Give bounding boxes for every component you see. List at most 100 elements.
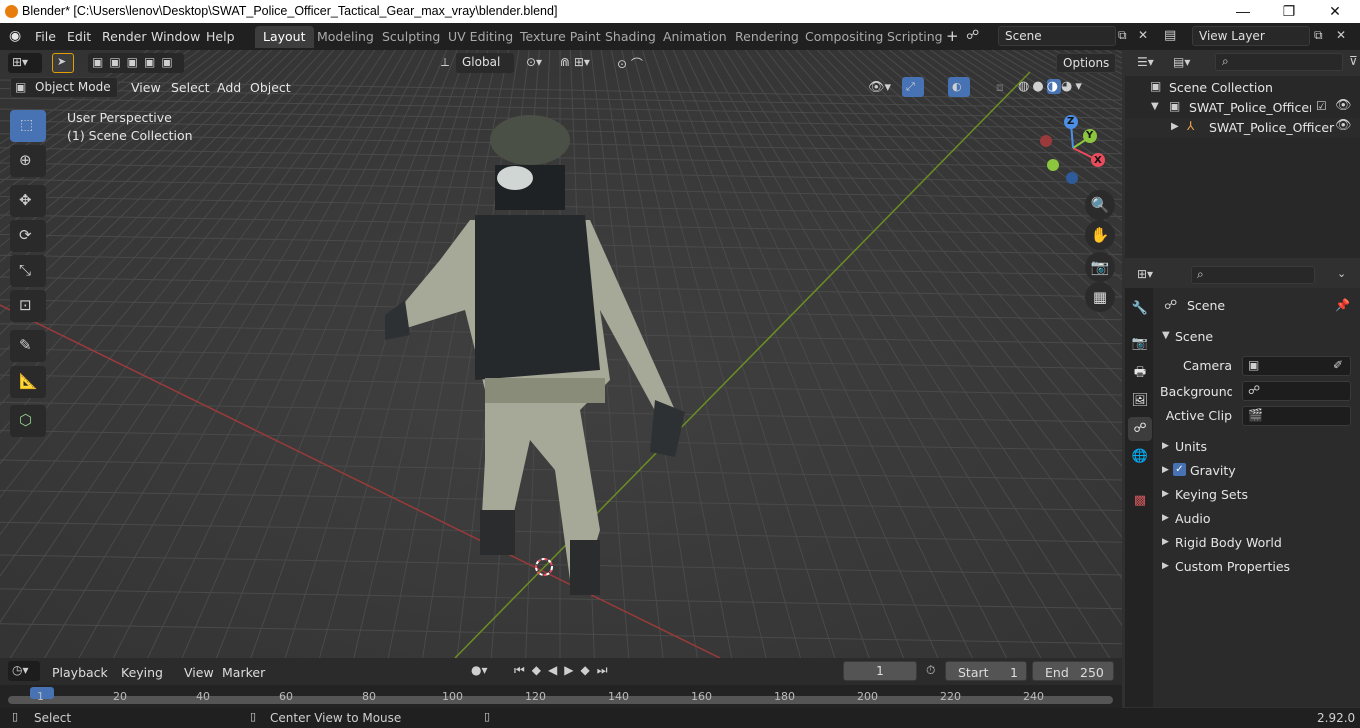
properties-editor-icon[interactable]: ⊞▾ [1137, 267, 1153, 281]
scene-section-arrow-icon[interactable]: ▼ [1162, 330, 1170, 341]
outliner-editor-icon[interactable]: ☰▾ [1137, 55, 1154, 69]
object-eye-icon[interactable]: 👁 [1335, 118, 1352, 133]
tab-tool[interactable]: 🔧 [1128, 297, 1152, 321]
camera-view-icon[interactable]: 📷 [1085, 252, 1115, 282]
timeline-tick: 20 [113, 690, 127, 703]
checkbox-icon[interactable]: ☑ [1316, 99, 1327, 113]
menu-file[interactable]: File [35, 29, 56, 44]
editor-type-icon: ⊞▾ [12, 55, 29, 69]
record-icon[interactable]: ●▾ [471, 663, 488, 677]
collapse-arrow-icon[interactable]: ▼ [1151, 101, 1159, 112]
keying-sets-arrow-icon[interactable]: ▶ [1162, 489, 1169, 499]
gizmo-icon: ⤢ [906, 80, 915, 93]
armature-icon: ⅄ [1187, 119, 1195, 133]
new-scene-icon[interactable]: ⧉ [1118, 28, 1127, 43]
gravity-arrow-icon[interactable]: ▶ [1162, 465, 1169, 475]
viewport-menu-add[interactable]: Add [217, 80, 241, 95]
tab-view-layer[interactable]: 🖼 [1128, 389, 1152, 413]
new-view-layer-icon[interactable]: ⧉ [1314, 28, 1323, 43]
tab-sculpting[interactable]: Sculpting [374, 26, 448, 48]
panel-gravity[interactable]: Gravity [1190, 463, 1236, 478]
options-dropdown[interactable]: Options [1056, 53, 1116, 73]
pin-icon[interactable]: 📌 [1335, 298, 1350, 312]
tab-uv-editing[interactable]: UV Editing [440, 26, 521, 48]
menu-window[interactable]: Window [151, 29, 200, 44]
tab-modeling[interactable]: Modeling [309, 26, 382, 48]
audio-arrow-icon[interactable]: ▶ [1162, 513, 1169, 523]
zoom-icon[interactable]: 🔍 [1085, 190, 1115, 220]
tab-world[interactable]: 🌐 [1128, 445, 1152, 469]
eye-icon[interactable]: 👁 [1335, 98, 1352, 113]
outliner-search-input[interactable] [1215, 53, 1343, 71]
view-layer-selector[interactable]: View Layer [1192, 26, 1310, 46]
outliner-object-item[interactable]: SWAT_Police_Officer [1209, 120, 1334, 135]
delete-scene-icon[interactable]: ✕ [1138, 28, 1148, 42]
viewport-menu-select[interactable]: Select [171, 80, 210, 95]
filter-icon[interactable]: ⊽ [1349, 54, 1358, 68]
shading-mode-icons[interactable]: ◍●◑◕▾ [1018, 79, 1085, 94]
tab-render[interactable]: 📷 [1128, 332, 1152, 356]
tab-compositing[interactable]: Compositing [797, 26, 891, 48]
panel-keying-sets[interactable]: Keying Sets [1175, 487, 1248, 502]
outliner-scene-collection[interactable]: Scene Collection [1169, 80, 1273, 95]
navigation-gizmo[interactable] [1035, 110, 1115, 190]
timeline-view-menu[interactable]: View [184, 665, 214, 680]
scene-selector[interactable]: Scene [998, 26, 1116, 46]
tab-texture-paint[interactable]: Texture Paint [512, 26, 609, 48]
timeline-keying-menu[interactable]: Keying [121, 665, 163, 680]
panel-custom-properties[interactable]: Custom Properties [1175, 559, 1290, 574]
current-frame-field[interactable]: 1 [843, 661, 917, 681]
search-icon: ⌕ [1222, 54, 1229, 68]
properties-options-icon[interactable]: ⌄ [1337, 267, 1346, 280]
view-layer-icon[interactable]: ▤ [1164, 28, 1176, 43]
ortho-grid-icon[interactable]: ▦ [1085, 282, 1115, 312]
tab-rendering[interactable]: Rendering [727, 26, 807, 48]
scene-section-header[interactable]: Scene [1175, 329, 1213, 344]
expand-arrow-icon[interactable]: ▶ [1171, 121, 1179, 132]
menu-help[interactable]: Help [206, 29, 235, 44]
tab-scene[interactable]: ☍ [1128, 417, 1152, 441]
pan-hand-icon[interactable]: ✋ [1085, 220, 1115, 250]
rigid-body-arrow-icon[interactable]: ▶ [1162, 537, 1169, 547]
playback-controls-icons[interactable]: ⏮◆◀▶◆⏭ [514, 663, 615, 678]
maximize-button[interactable]: ❐ [1266, 0, 1312, 23]
transform-orientation-dropdown[interactable]: Global [456, 53, 514, 73]
tab-texture[interactable]: ▩ [1128, 489, 1152, 513]
outliner-collection-item[interactable]: SWAT_Police_Officer_Tac [1189, 100, 1311, 115]
custom-properties-arrow-icon[interactable]: ▶ [1162, 561, 1169, 571]
scene-icon[interactable]: ☍ [966, 28, 979, 43]
properties-search-input[interactable] [1191, 266, 1315, 284]
eyedropper-icon[interactable]: ✐ [1333, 358, 1343, 372]
timeline-playback-menu[interactable]: Playback [52, 665, 108, 680]
visibility-icon[interactable]: 👁▾ [868, 80, 891, 95]
tab-layout[interactable]: Layout [255, 26, 314, 48]
close-window-button[interactable]: ✕ [1312, 0, 1358, 23]
proportional-edit-icon[interactable]: ⊙ ⌒ [617, 55, 643, 72]
tab-scripting[interactable]: Scripting [879, 26, 951, 48]
swat-officer-model[interactable] [370, 110, 710, 610]
minimize-button[interactable]: — [1220, 0, 1266, 23]
add-workspace-button[interactable]: + [946, 27, 959, 45]
panel-audio[interactable]: Audio [1175, 511, 1211, 526]
viewport-menu-object[interactable]: Object [250, 80, 291, 95]
gravity-checkbox[interactable]: ✓ [1173, 463, 1186, 476]
timeline-tick: 1 [37, 690, 44, 703]
snap-icon[interactable]: ⋒ ⊞▾ [560, 55, 590, 69]
tab-shading[interactable]: Shading [597, 26, 664, 48]
menu-render[interactable]: Render [102, 29, 147, 44]
transform-icon: ⊡ [19, 296, 32, 314]
tab-animation[interactable]: Animation [655, 26, 735, 48]
blender-menu-icon[interactable]: ◉ [9, 28, 21, 44]
display-mode-icon[interactable]: ▤▾ [1173, 55, 1190, 69]
tab-output[interactable]: 🖶 [1128, 361, 1152, 385]
timeline-marker-menu[interactable]: Marker [222, 665, 265, 680]
pivot-point-icon[interactable]: ⊙▾ [526, 55, 542, 69]
delete-view-layer-icon[interactable]: ✕ [1336, 28, 1346, 42]
panel-rigid-body-world[interactable]: Rigid Body World [1175, 535, 1282, 550]
stopwatch-icon[interactable]: ⏱ [926, 663, 935, 678]
menu-edit[interactable]: Edit [67, 29, 91, 44]
panel-units[interactable]: Units [1175, 439, 1207, 454]
viewport-menu-view[interactable]: View [131, 80, 161, 95]
xray-icon[interactable]: ⧈ [996, 80, 1004, 95]
units-arrow-icon[interactable]: ▶ [1162, 441, 1169, 451]
